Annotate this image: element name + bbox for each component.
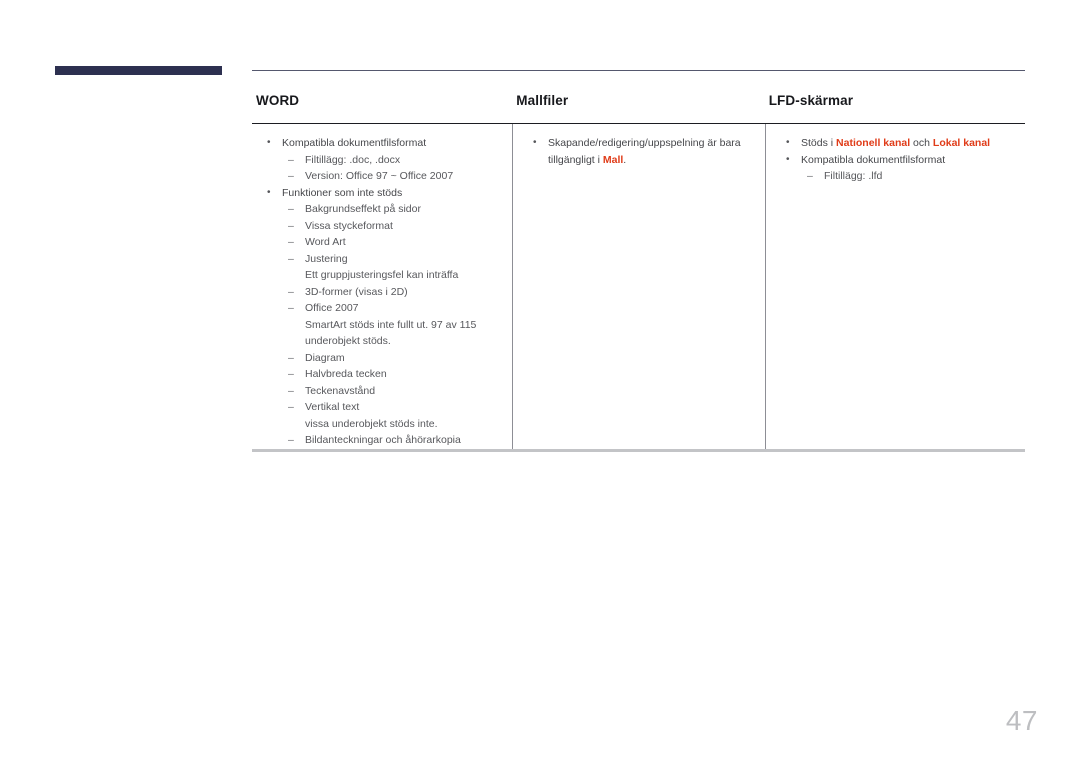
list-item: • Kompatibla dokumentfilsformat	[766, 152, 1025, 169]
list-item-label: Ett gruppjusteringsfel kan inträffa	[305, 269, 459, 281]
list-item: – Office 2007	[252, 300, 512, 317]
dash-icon: –	[807, 170, 813, 182]
list-item: vissa underobjekt stöds inte.	[252, 416, 512, 433]
bullet-icon: •	[786, 137, 790, 148]
list-item-label: Justering	[305, 252, 348, 265]
dash-icon: –	[288, 203, 294, 215]
table-body-row: • Kompatibla dokumentfilsformat – Filtilläg…	[252, 124, 1025, 449]
list-item-label: Funktioner som inte stöds	[282, 186, 403, 199]
list-item: – Version: Office 97 ~ Office 2007	[252, 168, 512, 185]
header-rule	[252, 70, 1025, 71]
lfd-feature-list: • Stöds i Nationell kanal och Lokal kanal…	[766, 135, 1025, 185]
mallfiler-feature-list: • Skapande/redigering/uppspelning är bara…	[513, 135, 765, 168]
dash-icon: –	[288, 384, 294, 397]
list-item-label: Teckenavstånd	[305, 384, 376, 397]
list-item-label: Office 2007	[305, 302, 359, 314]
plain-text: .	[623, 153, 627, 166]
list-item: – Vertikal text	[252, 399, 512, 416]
table-cell-word: • Kompatibla dokumentfilsformat – Filtilläg…	[252, 124, 512, 449]
list-item-label: Version: Office 97 ~ Office 2007	[305, 170, 454, 182]
list-item-label: Bakgrundseffekt på sidor	[305, 203, 421, 215]
dash-icon: –	[288, 368, 294, 380]
list-item-label: Filtillägg: .doc, .docx	[305, 153, 401, 166]
list-item: • Kompatibla dokumentfilsformat	[252, 135, 512, 152]
word-feature-list: • Kompatibla dokumentfilsformat – Filtilläg…	[252, 135, 512, 449]
bullet-icon: •	[533, 137, 537, 148]
dash-icon: –	[288, 170, 294, 182]
dash-icon: –	[288, 351, 294, 364]
accent-term: Nationell kanal	[836, 137, 911, 149]
table-header-word: WORD	[256, 93, 300, 108]
header-decoration-bar	[55, 66, 222, 75]
list-item: – Justering	[252, 251, 512, 268]
plain-text: Skapande/redigering/uppspelning är bara …	[548, 137, 741, 166]
table-bottom-divider	[252, 448, 1025, 452]
dash-icon: –	[288, 252, 294, 265]
list-item-label: Vissa styckeformat	[305, 219, 393, 232]
plain-text: och	[910, 137, 933, 149]
list-item: – Word Art	[252, 234, 512, 251]
dash-icon: –	[288, 401, 294, 413]
dash-icon: –	[288, 219, 294, 232]
list-item-label: SmartArt stöds inte fullt ut. 97 av 115 …	[305, 318, 477, 348]
table-cell-lfd-skarmar: • Stöds i Nationell kanal och Lokal kanal…	[765, 124, 1025, 449]
dash-icon: –	[288, 285, 294, 298]
list-item-label: Skapande/redigering/uppspelning är bara …	[548, 137, 741, 166]
bullet-icon: •	[267, 137, 271, 148]
list-item: – Vissa styckeformat	[252, 218, 512, 235]
list-item-label: vissa underobjekt stöds inte.	[305, 417, 438, 430]
list-item-label: Kompatibla dokumentfilsformat	[282, 137, 427, 149]
list-item-label: Word Art	[305, 236, 346, 248]
list-item: Ett gruppjusteringsfel kan inträffa	[252, 267, 512, 284]
plain-text: Stöds i	[801, 137, 837, 149]
page-number: 47	[1005, 705, 1038, 736]
list-item: SmartArt stöds inte fullt ut. 97 av 115 …	[252, 317, 512, 350]
dash-icon: –	[288, 236, 294, 248]
list-item: – Teckenavstånd	[252, 383, 512, 400]
table-cell-mallfiler: • Skapande/redigering/uppspelning är bara…	[512, 124, 765, 449]
bullet-icon: •	[267, 186, 271, 198]
accent-term: Mall	[602, 153, 624, 166]
list-item: • Funktioner som inte stöds	[252, 185, 512, 202]
list-item-label: Bildanteckningar och åhörarkopia	[305, 434, 461, 446]
list-item-label: Stöds i Nationell kanal och Lokal kanal	[801, 137, 990, 149]
compatibility-table: WORD Mallfiler LFD-skärmar • Kompatibla d…	[252, 92, 1025, 452]
table-header-mallfiler: Mallfiler	[516, 93, 569, 108]
list-item: • Stöds i Nationell kanal och Lokal kanal	[766, 135, 1025, 152]
list-item: • Skapande/redigering/uppspelning är bara…	[513, 135, 765, 168]
list-item-label: 3D-former (visas i 2D)	[305, 285, 408, 298]
list-item-label: Filtillägg: .lfd	[824, 170, 883, 182]
bullet-icon: •	[786, 153, 790, 165]
list-item: – Diagram	[252, 350, 512, 367]
list-item-label: Vertikal text	[305, 401, 360, 413]
list-item-label: Kompatibla dokumentfilsformat	[801, 153, 946, 166]
list-item: – Bildanteckningar och åhörarkopia	[252, 432, 512, 449]
list-item: –3D-former (visas i 2D)	[252, 284, 512, 301]
list-item: – Filtillägg: .doc, .docx	[252, 152, 512, 169]
list-item-label: Halvbreda tecken	[305, 368, 387, 380]
table-header-row: WORD Mallfiler LFD-skärmar	[252, 92, 1025, 123]
list-item: – Filtillägg: .lfd	[766, 168, 1025, 185]
accent-term: Lokal kanal	[932, 137, 991, 149]
table-header-lfd-skarmar: LFD-skärmar	[768, 93, 854, 108]
dash-icon: –	[288, 153, 294, 166]
list-item: – Halvbreda tecken	[252, 366, 512, 383]
list-item: – Bakgrundseffekt på sidor	[252, 201, 512, 218]
dash-icon: –	[288, 302, 294, 314]
list-item-label: Diagram	[305, 351, 345, 364]
dash-icon: –	[288, 434, 294, 446]
